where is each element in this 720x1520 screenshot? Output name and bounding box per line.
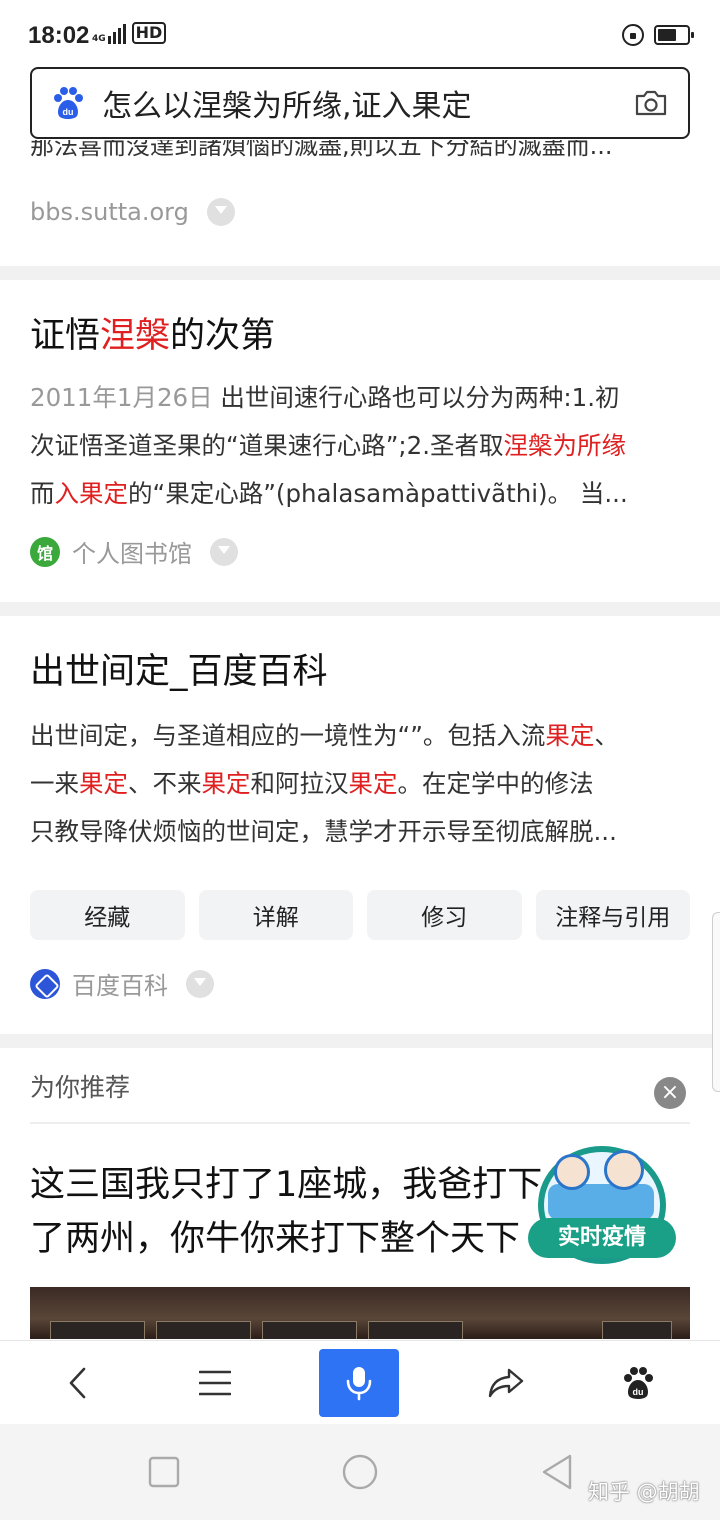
watermark: 知乎 @胡胡 (588, 1480, 700, 1504)
divider (0, 1034, 720, 1048)
baike-icon (30, 968, 60, 999)
baidu-icon[interactable]: du (598, 1341, 678, 1425)
result-abstract: 出世间定，与圣道相应的一境性为“”。包括入流果定、 一来果定、不来果定和阿拉汉果… (30, 721, 619, 846)
doctor-icon (604, 1150, 644, 1190)
signal-icon (107, 22, 126, 44)
hd-badge: HD (131, 22, 167, 44)
epidemic-label: 实时疫情 (528, 1218, 676, 1258)
divider (0, 266, 720, 280)
doctors-icon (548, 1184, 654, 1220)
back-icon[interactable] (38, 1341, 118, 1425)
menu-icon[interactable] (175, 1341, 255, 1425)
sub-link-chips: 经藏 详解 修习 注释与引用 (30, 890, 690, 940)
result-title[interactable]: 证悟涅槃的次第 (30, 314, 275, 358)
divider (0, 602, 720, 616)
result-source[interactable]: 百度百科 (30, 966, 214, 1001)
close-icon[interactable]: × (654, 1077, 686, 1109)
home-icon[interactable] (340, 1452, 380, 1492)
chevron-down-icon[interactable] (186, 969, 214, 998)
recommend-header: 为你推荐 (30, 1073, 131, 1102)
search-input[interactable]: 怎么以涅槃为所缘,证入果定 (102, 81, 634, 125)
partial-result-source[interactable]: bbs.sutta.org (30, 198, 235, 226)
partial-result-snippet: 那法喜而沒達到諸煩惱的滅盡,則以五下分結的滅盡而... (30, 140, 613, 160)
result-date: 2011年1月26日 (30, 383, 213, 412)
divider (30, 1122, 690, 1124)
chevron-down-icon[interactable] (210, 537, 238, 566)
status-bar: 18:02 4G HD (0, 0, 720, 64)
share-icon[interactable] (466, 1341, 546, 1425)
recommend-thumbnail[interactable] (30, 1287, 690, 1339)
result-source[interactable]: 馆 个人图书馆 (30, 534, 238, 569)
status-time: 18:02 (28, 22, 90, 49)
battery-icon (654, 25, 694, 45)
voice-search-button[interactable] (319, 1349, 399, 1417)
network-indicator: 4G HD (92, 22, 167, 44)
bottom-toolbar: du (0, 1340, 720, 1424)
baidu-paw-icon: du (54, 87, 83, 119)
source-label: bbs.sutta.org (30, 198, 189, 226)
doctor-icon (554, 1154, 590, 1190)
svg-text:du: du (63, 107, 74, 117)
recents-icon[interactable] (144, 1452, 184, 1492)
camera-icon[interactable] (634, 90, 668, 116)
epidemic-badge[interactable]: 实时疫情 (528, 1140, 676, 1276)
result-title[interactable]: 出世间定_百度百科 (30, 650, 328, 694)
rotation-lock-icon (622, 24, 644, 46)
search-bar[interactable]: du 怎么以涅槃为所缘,证入果定 (30, 67, 690, 139)
chip-jingzang[interactable]: 经藏 (30, 890, 185, 940)
svg-text:du: du (633, 1387, 644, 1397)
network-type: 4G (92, 34, 106, 44)
chip-xiuxi[interactable]: 修习 (367, 890, 522, 940)
library-icon: 馆 (30, 536, 60, 567)
scrollbar[interactable] (712, 912, 720, 1092)
source-label: 百度百科 (72, 972, 168, 1000)
status-right (622, 24, 694, 46)
chip-xiangjie[interactable]: 详解 (198, 890, 353, 940)
recommend-title[interactable]: 这三国我只打了1座城，我爸打下了两州，你牛你来打下整个天下 (30, 1158, 570, 1266)
source-label: 个人图书馆 (72, 540, 192, 568)
chevron-down-icon[interactable] (206, 198, 235, 226)
back-triangle-icon[interactable] (538, 1452, 578, 1492)
mic-icon (346, 1367, 372, 1401)
chip-zhushi[interactable]: 注释与引用 (535, 890, 690, 940)
result-abstract: 2011年1月26日 出世间速行心路也可以分为两种:1.初 次证悟圣道圣果的“道… (30, 383, 628, 508)
